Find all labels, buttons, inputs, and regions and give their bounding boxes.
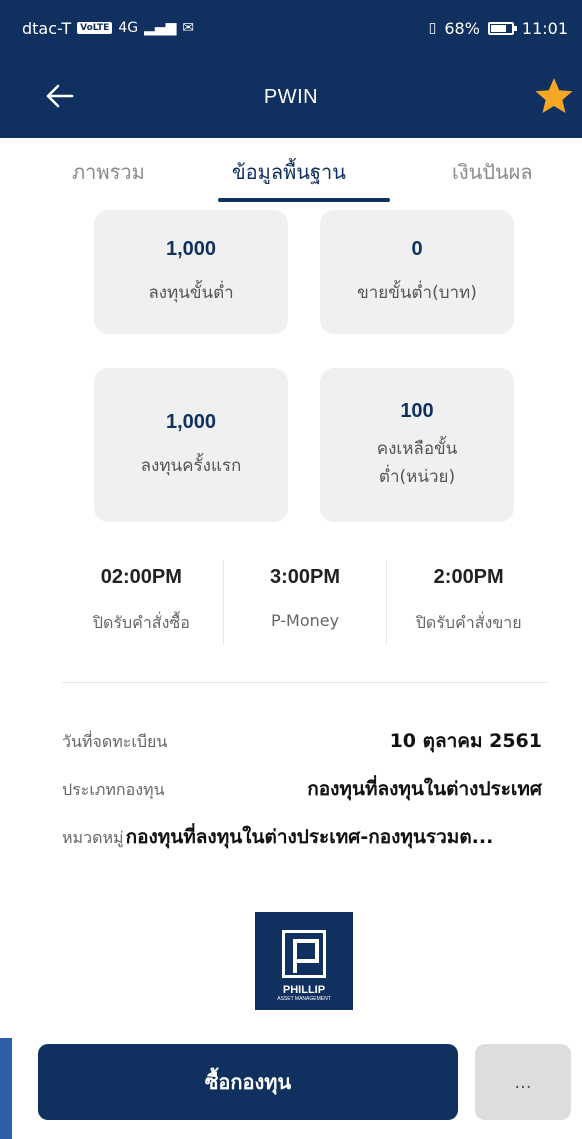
min-investment-label: ลงทุนขั้นต่ำ bbox=[148, 282, 234, 303]
buy-cutoff: 02:00PM ปิดรับคำสั่งซื้อ bbox=[60, 560, 223, 644]
star-icon[interactable] bbox=[532, 74, 576, 118]
network-label: 4G bbox=[118, 20, 139, 36]
min-balance-card: 100 คงเหลือขั้น ต่ำ(หน่วย) bbox=[320, 368, 514, 522]
min-sell-value: 0 bbox=[411, 237, 423, 260]
first-investment-label: ลงทุนครั้งแรก bbox=[140, 455, 242, 476]
logo-name: PHILLIP bbox=[282, 984, 326, 996]
page-title: PWIN bbox=[263, 85, 319, 108]
fund-type-value: กองทุนที่ลงทุนในต่างประเทศ bbox=[307, 778, 542, 800]
pmoney-cutoff-label: P-Money bbox=[270, 611, 340, 630]
active-tab-indicator bbox=[218, 198, 390, 202]
more-button[interactable]: ... bbox=[475, 1044, 571, 1120]
tab-dividend[interactable]: เงินปันผล bbox=[452, 156, 533, 188]
registration-date-row: วันที่จดทะเบียน 10 ตุลาคม 2561 bbox=[62, 726, 542, 760]
phillip-logo: PHILLIP ASSET MANAGEMENT bbox=[255, 912, 353, 1010]
tab-overview[interactable]: ภาพรวม bbox=[72, 156, 145, 188]
fund-type-label: ประเภทกองทุน bbox=[62, 780, 165, 799]
buy-cutoff-time: 02:00PM bbox=[100, 566, 182, 588]
p-logo-mark bbox=[282, 930, 326, 978]
buy-cutoff-label: ปิดรับคำสั่งซื้อ bbox=[92, 613, 190, 632]
min-sell-label: ขายขั้นต่ำ(บาท) bbox=[357, 282, 477, 303]
battery-icon bbox=[487, 21, 517, 35]
min-balance-label-line1: คงเหลือขั้น bbox=[376, 438, 458, 459]
registration-date-value: 10 ตุลาคม 2561 bbox=[389, 730, 542, 752]
sell-cutoff: 2:00PM ปิดรับคำสั่งขาย bbox=[386, 560, 550, 644]
battery-percent: 68% bbox=[444, 18, 480, 38]
logo-subtitle: ASSET MANAGEMENT bbox=[277, 996, 331, 1002]
notification-icon: ✉ bbox=[182, 20, 195, 36]
category-label: หมวดหมู่ bbox=[62, 828, 124, 847]
clock: 11:01 bbox=[521, 18, 568, 38]
tab-bar: ภาพรวม ข้อมูลพื้นฐาน เงินปันผล bbox=[0, 138, 582, 204]
pmoney-cutoff: 3:00PM P-Money bbox=[222, 560, 387, 644]
first-investment-card: 1,000 ลงทุนครั้งแรก bbox=[94, 368, 288, 522]
registration-date-label: วันที่จดทะเบียน bbox=[62, 732, 168, 751]
min-balance-label: คงเหลือขั้น ต่ำ(หน่วย) bbox=[377, 435, 458, 491]
tab-basic-info[interactable]: ข้อมูลพื้นฐาน bbox=[232, 156, 346, 188]
carrier-name: dtac-T bbox=[22, 18, 72, 38]
buy-fund-button[interactable]: ซื้อกองทุน bbox=[38, 1044, 458, 1120]
vibrate-icon: ▯ bbox=[428, 20, 437, 36]
min-balance-label-line2: ต่ำ(หน่วย) bbox=[378, 466, 456, 487]
min-investment-card: 1,000 ลงทุนขั้นต่ำ bbox=[94, 210, 288, 334]
pmoney-cutoff-time: 3:00PM bbox=[269, 566, 341, 588]
edge-accent bbox=[0, 1038, 12, 1139]
first-investment-value: 1,000 bbox=[165, 410, 217, 433]
min-sell-card: 0 ขายขั้นต่ำ(บาท) bbox=[320, 210, 514, 334]
signal-icon: ▂▄▆ bbox=[144, 20, 177, 36]
app-bar: PWIN bbox=[0, 56, 582, 138]
sell-cutoff-time: 2:00PM bbox=[433, 566, 504, 588]
category-value: กองทุนที่ลงทุนในต่างประเทศ-กองทุนรวมต... bbox=[125, 826, 494, 848]
min-investment-value: 1,000 bbox=[165, 237, 217, 260]
volte-badge: VoLTE bbox=[77, 22, 113, 34]
fund-type-row: ประเภทกองทุน กองทุนที่ลงทุนในต่างประเทศ bbox=[62, 774, 542, 808]
cutoff-times: 02:00PM ปิดรับคำสั่งซื้อ 3:00PM P-Money … bbox=[60, 560, 550, 644]
status-bar: dtac-T VoLTE 4G ▂▄▆ ✉ ▯ 68% 11:01 bbox=[0, 0, 582, 56]
sell-cutoff-label: ปิดรับคำสั่งขาย bbox=[415, 613, 522, 632]
min-balance-value: 100 bbox=[400, 399, 434, 422]
section-divider bbox=[62, 682, 548, 683]
category-row: หมวดหมู่ กองทุนที่ลงทุนในต่างประเทศ-กองท… bbox=[62, 822, 542, 856]
arrow-left-icon[interactable] bbox=[40, 76, 80, 116]
